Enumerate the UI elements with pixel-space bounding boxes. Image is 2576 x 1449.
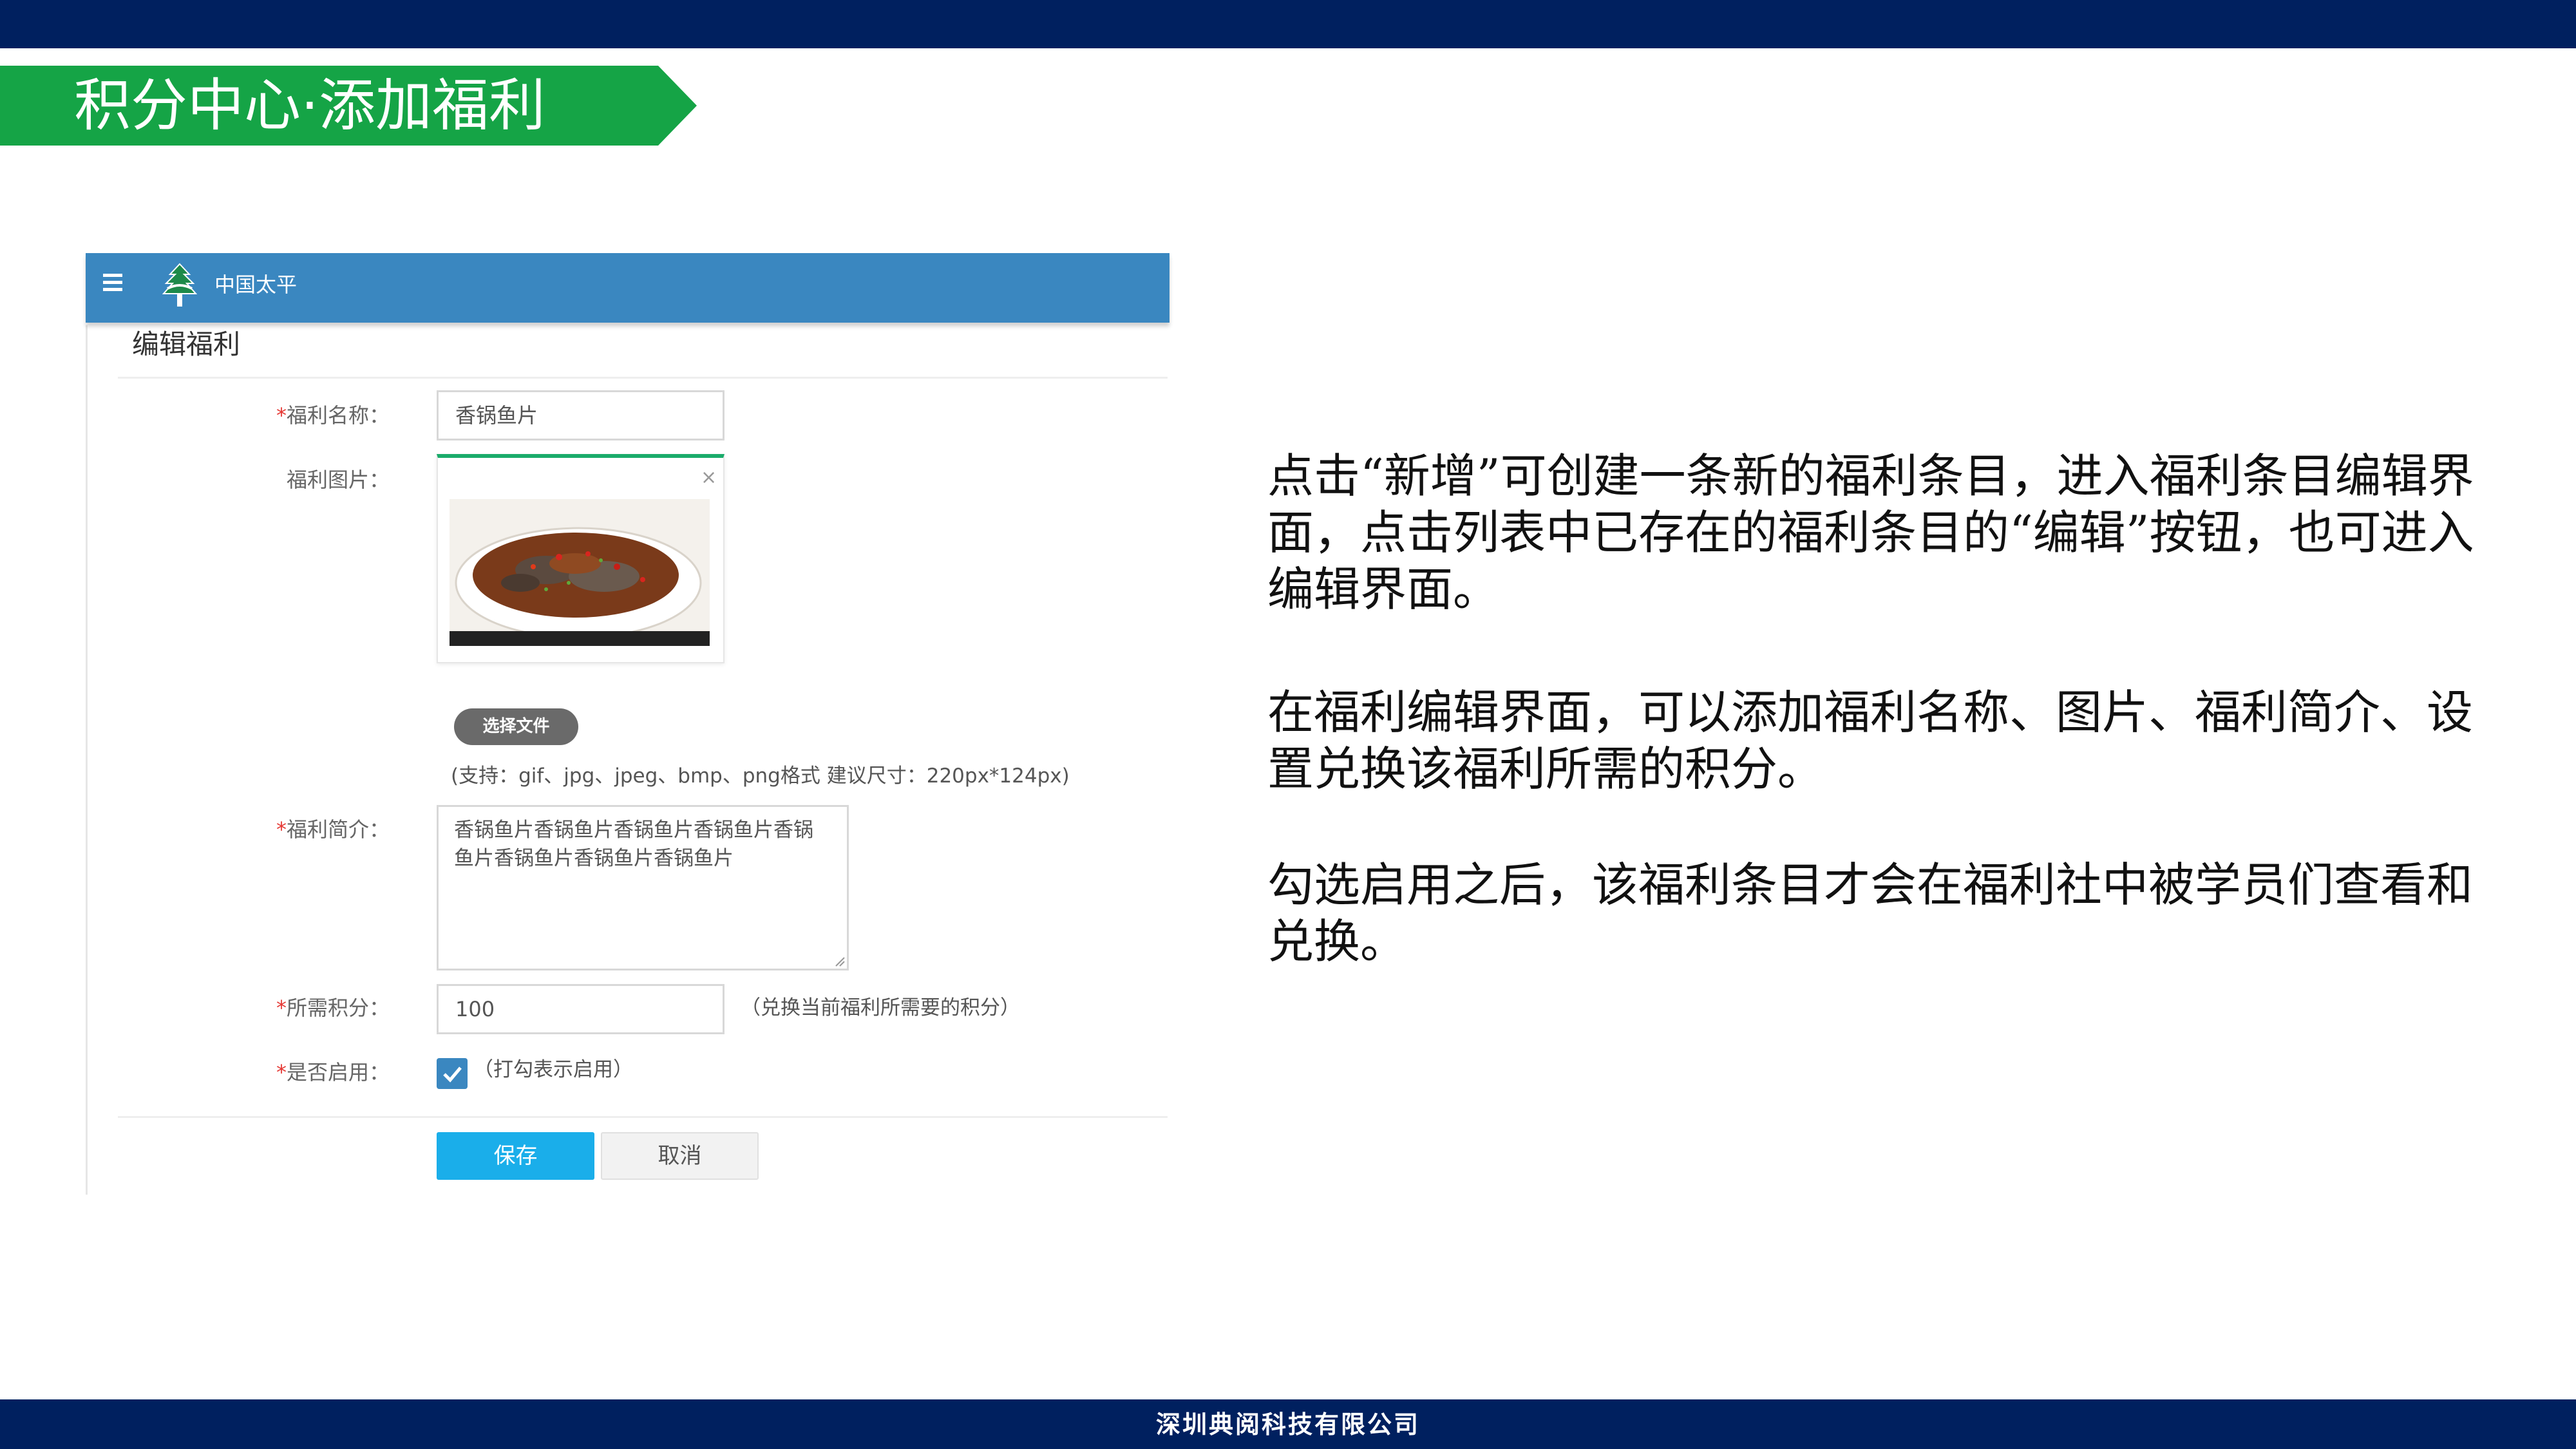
intro-label: *福利简介：	[276, 817, 390, 842]
footer-company: 深圳典阅科技有限公司	[1155, 1410, 1420, 1439]
format-hint: (支持：gif、jpg、jpeg、bmp、png格式 建议尺寸：220px*12…	[451, 764, 1070, 788]
top-bar	[0, 0, 2576, 48]
intro-textarea[interactable]: 香锅鱼片香锅鱼片香锅鱼片香锅鱼片香锅鱼片香锅鱼片香锅鱼片香锅鱼片	[437, 805, 849, 971]
panel-border	[86, 325, 88, 1195]
enable-label: *是否启用：	[276, 1060, 390, 1084]
form-divider	[118, 1116, 1168, 1118]
points-label: *所需积分：	[276, 996, 390, 1020]
menu-icon[interactable]	[103, 274, 122, 293]
close-icon[interactable]: ×	[701, 468, 717, 488]
points-input[interactable]: 100	[437, 984, 724, 1034]
points-hint: （兑换当前福利所需要的积分）	[741, 996, 1020, 1019]
page-heading: 编辑福利	[132, 328, 241, 360]
choose-file-button[interactable]: 选择文件	[454, 708, 578, 745]
pine-tree-logo-icon	[162, 263, 198, 307]
description-paragraph-2: 在福利编辑界面，可以添加福利名称、图片、福利简介、设置兑换该福利所需的积分。	[1267, 685, 2474, 796]
enable-checkbox[interactable]	[437, 1058, 468, 1089]
heading-divider	[118, 377, 1168, 379]
description-paragraph-1: 点击“新增”可创建一条新的福利条目，进入福利条目编辑界面，点击列表中已存在的福利…	[1267, 449, 2474, 616]
description-paragraph-3: 勾选启用之后，该福利条目才会在福利社中被学员们查看和兑换。	[1267, 858, 2474, 969]
slide-title: 积分中心·添加福利	[74, 72, 545, 138]
name-label: *福利名称：	[276, 403, 390, 428]
cancel-button[interactable]: 取消	[601, 1132, 759, 1180]
brand-name: 中国太平	[214, 272, 298, 297]
name-input[interactable]: 香锅鱼片	[437, 390, 724, 440]
food-image	[450, 499, 710, 646]
resize-handle[interactable]	[833, 955, 845, 967]
check-icon	[443, 1066, 462, 1083]
image-label: 福利图片：	[286, 468, 390, 492]
save-button[interactable]: 保存	[437, 1132, 594, 1180]
enable-hint: （打勾表示启用）	[473, 1058, 633, 1081]
